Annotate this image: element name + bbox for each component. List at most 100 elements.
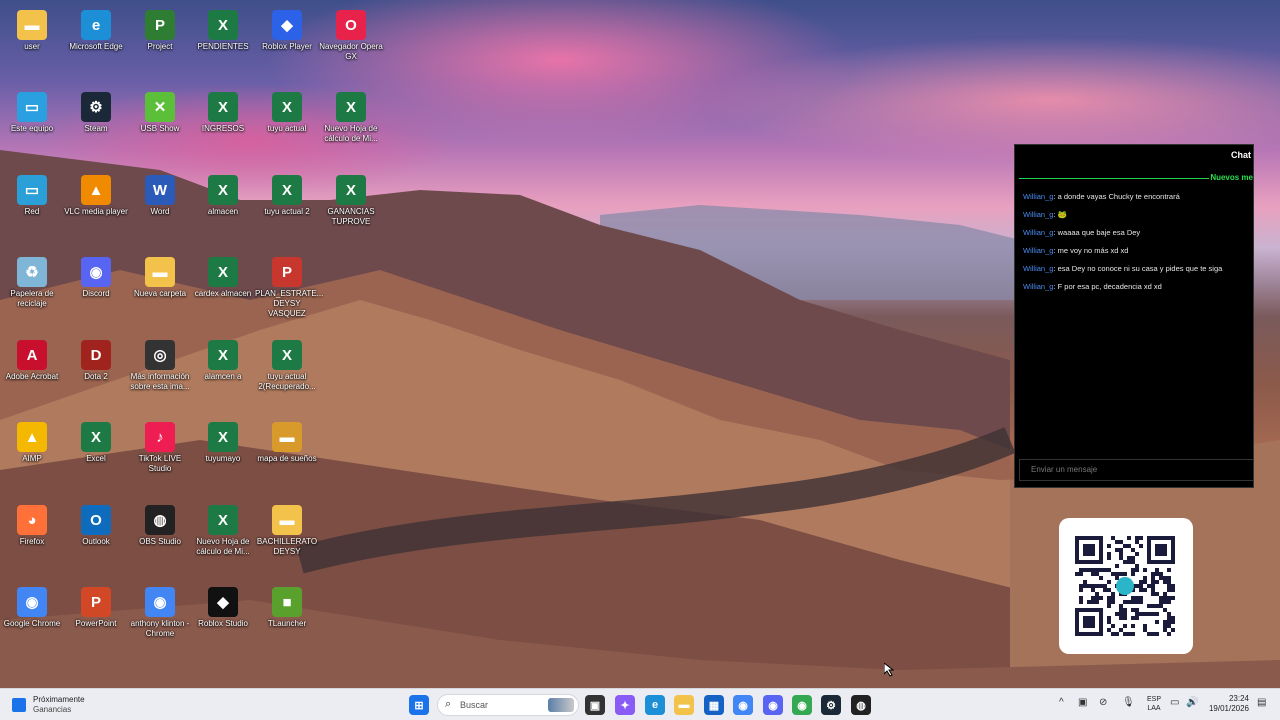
- acrobat-icon: A: [17, 340, 47, 370]
- desktop-icon[interactable]: Xalamcen a: [191, 336, 255, 382]
- desktop-icon[interactable]: X INGRESOS: [191, 88, 255, 134]
- tlauncher-icon: ■: [272, 587, 302, 617]
- desktop-icon[interactable]: Xcardex almacen: [191, 253, 255, 299]
- desktop-icon[interactable]: D Dota 2: [64, 336, 128, 382]
- start-icon[interactable]: ⊞: [409, 695, 429, 715]
- desktop-icon-label: tuyu actual 2(Recuperado...: [258, 372, 316, 391]
- desktop-icon[interactable]: Xtuyu actual 2: [255, 171, 319, 217]
- desktop-icon[interactable]: Xtuyumayo: [191, 418, 255, 464]
- desktop-icon[interactable]: Xtuyu actual: [255, 88, 319, 134]
- desktop-icon[interactable]: ✕ USB Show: [128, 88, 192, 134]
- edge-icon: e: [81, 10, 111, 40]
- clock[interactable]: 23:24 19/01/2026: [1203, 694, 1249, 714]
- edge-taskbar-icon[interactable]: e: [645, 695, 665, 715]
- show-hidden-icons-chevron-icon[interactable]: ^: [1059, 697, 1064, 708]
- chat-username[interactable]: Willian_g: [1023, 228, 1053, 237]
- chat-username[interactable]: Willian_g: [1023, 246, 1053, 255]
- image-file-icon: ▬: [272, 422, 302, 452]
- desktop-icon[interactable]: P PowerPoint: [64, 583, 128, 629]
- project-icon: P: [145, 10, 175, 40]
- language-code: ESP: [1146, 696, 1161, 703]
- chrome-taskbar-icon[interactable]: ◉: [733, 695, 753, 715]
- desktop-icon[interactable]: O Navegador Opera GX: [319, 6, 383, 62]
- desktop-icon[interactable]: ▬ BACHILLERATO DEYSY: [255, 501, 319, 557]
- chat-message: Willian_g: me voy no más xd xd: [1023, 245, 1253, 263]
- discord-taskbar-icon[interactable]: ◉: [763, 695, 783, 715]
- vlc-icon: ▲: [81, 175, 111, 205]
- notification-bell-icon[interactable]: ▤: [1257, 697, 1266, 708]
- weather-widget[interactable]: Próximamente Ganancias: [12, 693, 112, 717]
- file-explorer-icon[interactable]: ▬: [674, 695, 694, 715]
- chat-username[interactable]: Willian_g: [1023, 210, 1053, 219]
- desktop-icon-label: Nuevo Hoja de cálculo de Mi...: [324, 124, 378, 143]
- desktop-icon[interactable]: ♪ TikTok LIVE Studio: [128, 418, 192, 474]
- desktop-icon[interactable]: ◉ Google Chrome: [0, 583, 64, 629]
- desktop-icon-label: Word: [150, 207, 170, 216]
- desktop-icon-label: Microsoft Edge: [69, 42, 123, 51]
- desktop-icon[interactable]: ▬ mapa de sueños: [255, 418, 319, 464]
- obs-taskbar-icon[interactable]: ◍: [851, 695, 871, 715]
- desktop-icon[interactable]: ▲ VLC media player: [64, 171, 128, 217]
- tray-app-icon[interactable]: ▣: [1078, 697, 1087, 708]
- tray-display-icon[interactable]: ▭: [1170, 697, 1179, 708]
- desktop-icon[interactable]: ◆ Roblox Player: [255, 6, 319, 52]
- steam-icon: ⚙: [81, 92, 111, 122]
- desktop-icon[interactable]: ◉ anthony klinton - Chrome: [128, 583, 192, 639]
- desktop-icon[interactable]: P PLAN_ESTRATE... DEYSY VASQUEZ: [255, 253, 323, 319]
- widget-subtitle: Ganancias: [33, 705, 72, 714]
- desktop-icon-label: GANANCIAS TUPROVE: [327, 207, 375, 226]
- desktop-icon[interactable]: X PENDIENTES: [191, 6, 255, 52]
- desktop-icon[interactable]: ◕ Firefox: [0, 501, 64, 547]
- desktop-icon[interactable]: ◎ Más información sobre esta ima...: [128, 336, 192, 392]
- desktop-icon[interactable]: ◍ OBS Studio: [128, 501, 192, 547]
- desktop-icon[interactable]: ▲ AIMP: [0, 418, 64, 464]
- tray-volume-icon[interactable]: 🔊: [1186, 697, 1198, 708]
- store-icon[interactable]: ▦: [704, 695, 724, 715]
- tray-network-off-icon[interactable]: ⊘: [1099, 697, 1107, 708]
- desktop-icon[interactable]: Xalmacen: [191, 171, 255, 217]
- language-indicator[interactable]: ESP LAA: [1145, 695, 1163, 713]
- excel-icon: X: [272, 175, 302, 205]
- tray-microphone-icon[interactable]: 🎙: [1122, 697, 1135, 708]
- aimp-icon: ▲: [17, 422, 47, 452]
- desktop-icon[interactable]: X Nuevo Hoja de cálculo de Mi...: [319, 88, 383, 144]
- desktop-icon[interactable]: ■ TLauncher: [255, 583, 319, 629]
- chrome-profile-taskbar-icon[interactable]: ◉: [792, 695, 812, 715]
- desktop-icon[interactable]: ◆ Roblox Studio: [191, 583, 255, 629]
- chat-username[interactable]: Willian_g: [1023, 264, 1053, 273]
- chat-username[interactable]: Willian_g: [1023, 192, 1053, 201]
- new-messages-label: Nuevos me: [1210, 173, 1253, 182]
- task-view-icon[interactable]: ▣: [585, 695, 605, 715]
- chat-title: Chat: [1231, 150, 1251, 160]
- desktop-icon[interactable]: ▭ Este equipo: [0, 88, 64, 134]
- desktop-icon[interactable]: X Excel: [64, 418, 128, 464]
- excel-icon: X: [208, 92, 238, 122]
- desktop-icon[interactable]: O Outlook: [64, 501, 128, 547]
- steam-taskbar-icon[interactable]: ⚙: [821, 695, 841, 715]
- taskbar: Próximamente Ganancias ⊞ ▣ ✦ e ▬ ▦ ◉ ◉ ◉ ⚙ ◍ ⌕ Bus…: [0, 688, 1280, 720]
- desktop-icon[interactable]: ▬ user: [0, 6, 64, 52]
- excel-icon: X: [208, 10, 238, 40]
- desktop-icon[interactable]: e Microsoft Edge: [64, 6, 128, 52]
- copilot-icon[interactable]: ✦: [615, 695, 635, 715]
- chat-message-text: : F por esa pc, decadencia xd xd: [1053, 282, 1162, 291]
- chat-message-input[interactable]: Enviar un mensaje: [1019, 459, 1253, 481]
- desktop-icon[interactable]: ▭ Red: [0, 171, 64, 217]
- clock-date: 19/01/2026: [1208, 704, 1249, 713]
- taskbar-search-box[interactable]: ⌕ Buscar: [437, 694, 579, 716]
- desktop-icon[interactable]: ▬ Nueva carpeta: [128, 253, 192, 299]
- desktop-icon[interactable]: X GANANCIAS TUPROVE: [319, 171, 383, 227]
- desktop-icon[interactable]: ⚙ Steam: [64, 88, 128, 134]
- opera-gx-icon: O: [336, 10, 366, 40]
- desktop-icon[interactable]: P Project: [128, 6, 192, 52]
- desktop-icon[interactable]: ♻ Papelera de reciclaje: [0, 253, 64, 309]
- network-icon: ▭: [17, 175, 47, 205]
- desktop-icon[interactable]: ◉ Discord: [64, 253, 128, 299]
- desktop-icon[interactable]: W Word: [128, 171, 192, 217]
- desktop-icon[interactable]: X Nuevo Hoja de cálculo de Mi...: [191, 501, 255, 557]
- desktop-icon[interactable]: Xtuyu actual 2(Recuperado...: [255, 336, 319, 392]
- desktop-icon[interactable]: A Adobe Acrobat: [0, 336, 64, 382]
- desktop-icon-label: Google Chrome: [3, 619, 61, 628]
- desktop-icon-label: PowerPoint: [75, 619, 117, 628]
- chat-username[interactable]: Willian_g: [1023, 282, 1053, 291]
